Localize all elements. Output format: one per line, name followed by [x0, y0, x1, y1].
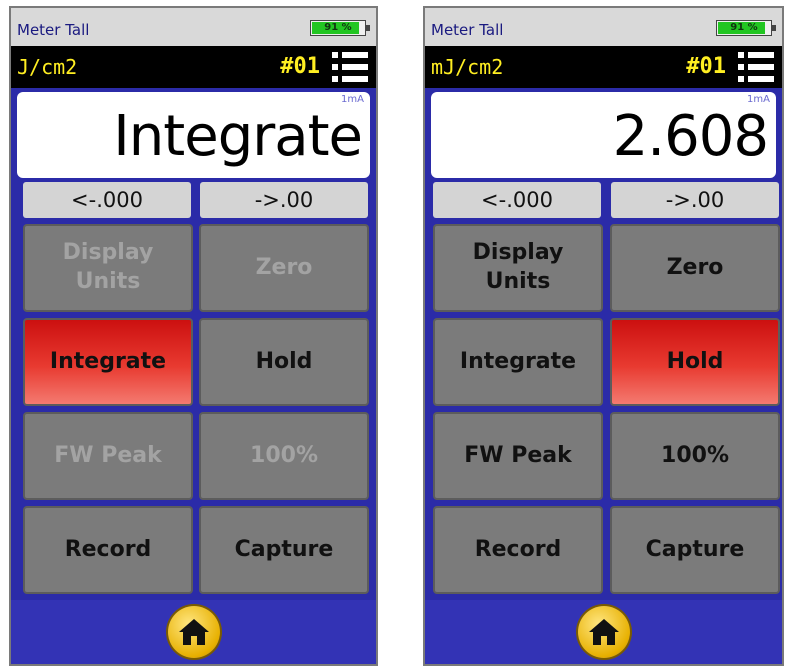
reading-value: 2.608 [612, 104, 769, 169]
display-units-button[interactable]: Display Units [433, 224, 603, 312]
capture-label: Capture [234, 536, 334, 562]
fw-peak-button[interactable]: FW Peak [433, 412, 603, 500]
battery-indicator: 91 % [310, 20, 370, 36]
units-label: mJ/cm2 [431, 55, 504, 79]
percent-label: 100% [661, 442, 729, 468]
home-icon [178, 619, 209, 645]
record-button[interactable]: Record [433, 506, 603, 594]
menu-list-icon[interactable] [738, 52, 774, 82]
reading-value: Integrate [113, 104, 363, 169]
display-units-line1: Display [472, 240, 564, 266]
fw-peak-label: FW Peak [54, 442, 162, 468]
zero-button[interactable]: Zero [199, 224, 369, 312]
channel-label: #01 [280, 54, 320, 79]
record-button[interactable]: Record [23, 506, 193, 594]
header-bar: J/cm2 #01 [11, 46, 376, 88]
home-icon [588, 619, 619, 645]
header-bar: mJ/cm2 #01 [425, 46, 782, 88]
battery-percent: 91 % [730, 22, 758, 33]
display-units-line1: Display [62, 240, 154, 266]
zero-label: Zero [255, 254, 313, 280]
fw-peak-label: FW Peak [464, 442, 572, 468]
bottom-bar [11, 600, 376, 664]
units-label: J/cm2 [17, 55, 78, 79]
battery-tip [366, 25, 370, 31]
hold-button[interactable]: Hold [199, 318, 369, 406]
menu-list-icon[interactable] [332, 52, 368, 82]
display-units-line2: Units [485, 269, 551, 294]
channel-label: #01 [686, 54, 726, 79]
capture-label: Capture [645, 536, 745, 562]
percent-button[interactable]: 100% [199, 412, 369, 500]
percent-label: 100% [250, 442, 318, 468]
fw-peak-button[interactable]: FW Peak [23, 412, 193, 500]
record-label: Record [64, 536, 152, 562]
bottom-bar [425, 600, 782, 664]
decimal-increase-button[interactable]: ->.00 [611, 182, 779, 218]
zero-label: Zero [666, 254, 724, 280]
status-title: Meter Tall [431, 21, 504, 39]
percent-button[interactable]: 100% [610, 412, 780, 500]
integrate-button[interactable]: Integrate [23, 318, 193, 406]
integrate-label: Integrate [49, 348, 167, 374]
meter-screen-left: Meter Tall 91 % J/cm2 #01 1mA Integrate … [9, 6, 378, 666]
home-button[interactable] [167, 606, 220, 658]
integrate-label: Integrate [459, 348, 577, 374]
zero-button[interactable]: Zero [610, 224, 780, 312]
home-button[interactable] [577, 606, 630, 658]
hold-button[interactable]: Hold [610, 318, 780, 406]
battery-percent: 91 % [324, 22, 352, 33]
decimal-increase-button[interactable]: ->.00 [200, 182, 368, 218]
decimal-decrease-button[interactable]: <-.000 [23, 182, 191, 218]
hold-label: Hold [666, 348, 724, 374]
status-bar: Meter Tall 91 % [11, 8, 376, 46]
capture-button[interactable]: Capture [610, 506, 780, 594]
decimal-decrease-button[interactable]: <-.000 [433, 182, 601, 218]
battery-tip [772, 25, 776, 31]
reading-display: 1mA 2.608 [431, 92, 776, 178]
hold-label: Hold [255, 348, 313, 374]
status-title: Meter Tall [17, 21, 90, 39]
display-units-button[interactable]: Display Units [23, 224, 193, 312]
status-bar: Meter Tall 91 % [425, 8, 782, 46]
record-label: Record [474, 536, 562, 562]
capture-button[interactable]: Capture [199, 506, 369, 594]
integrate-button[interactable]: Integrate [433, 318, 603, 406]
display-units-line2: Units [75, 269, 141, 294]
meter-screen-right: Meter Tall 91 % mJ/cm2 #01 1mA 2.608 <-.… [423, 6, 784, 666]
battery-indicator: 91 % [716, 20, 776, 36]
reading-display: 1mA Integrate [17, 92, 370, 178]
